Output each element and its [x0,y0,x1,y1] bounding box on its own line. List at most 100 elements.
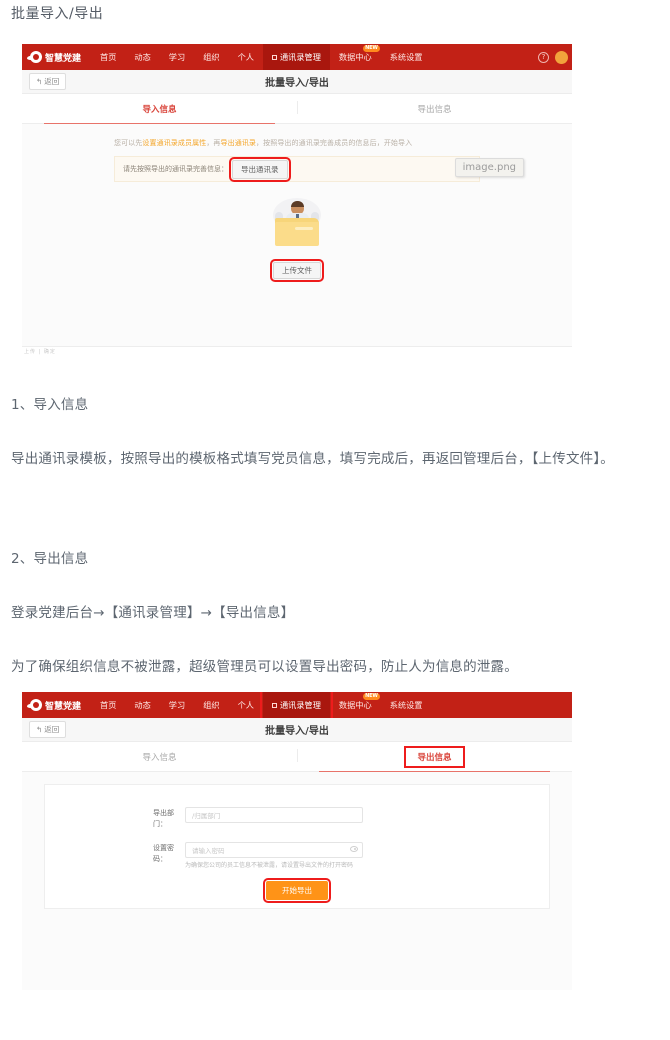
subheader-title: 批量导入/导出 [265,78,329,89]
new-badge: NEW [363,693,380,700]
department-input[interactable]: /归属部门 [185,807,363,823]
export-contacts-row: 请先按照导出的通讯录完善信息： 导出通讯录 image.png [114,156,524,182]
export-password-row: 设置密码： 请输入密码 为确保您公司的员工信息不被泄露，请设置导出文件的打开密码 [45,842,549,870]
screenshot-footer: 上传 | 确定 [22,346,572,357]
nav-item-organization[interactable]: 组织 [194,692,228,718]
tab-label: 导出信息 [417,104,452,115]
nav-item-study[interactable]: 学习 [160,692,194,718]
screenshot-import: 智慧党建 首页 动态 学习 组织 个人 通讯录管理 数据中心 NEW 系统设置 [22,44,572,357]
person-hair-icon [291,201,304,207]
brand-label: 智慧党建 [45,701,82,712]
nav-label: 动态 [134,52,151,62]
nav-item-home[interactable]: 首页 [91,44,125,70]
nav-item-personal[interactable]: 个人 [229,692,263,718]
section2-path: 登录党建后台→【通讯录管理】→【导出信息】 [11,605,295,621]
document-page: 批量导入/导出 智慧党建 首页 动态 学习 组织 个人 通讯录管理 数据中心 N… [0,0,670,1040]
brand-logo: 智慧党建 [22,51,91,64]
nav-item-dynamic[interactable]: 动态 [125,44,159,70]
upload-button-wrap: 上传文件 [270,259,324,282]
export-department-field: /归属部门 [185,807,363,823]
tab-label: 导入信息 [142,104,177,115]
import-notice: 您可以先设置通讯录成员属性，再导出通讯录，按照导出的通讯录完善成员的信息后，开始… [22,124,572,156]
export-department-label: 导出部门： [153,809,174,828]
nav-label: 数据中心 [338,52,372,62]
square-icon [271,54,277,60]
export-row-label: 请先按照导出的通讯录完善信息： [123,165,228,173]
tabs-import: 导入信息 导出信息 [22,94,572,124]
back-label: 返回 [44,77,60,86]
subheader-export: ↰ 返回 批量导入/导出 [22,718,572,742]
nav-label: 个人 [237,700,254,710]
nav-label: 首页 [100,52,117,62]
upload-file-button[interactable]: 上传文件 [270,259,324,282]
back-arrow-icon: ↰ [36,725,43,734]
nav-item-system-settings[interactable]: 系统设置 [381,692,432,718]
nav-item-data-center[interactable]: 数据中心 NEW [330,44,381,70]
avatar[interactable] [555,50,568,64]
notice-link-export-contacts[interactable]: 导出通讯录 [221,139,257,147]
footer-mini-text: 上传 | 确定 [24,349,56,355]
nav-label: 通讯录管理 [279,52,321,62]
password-input[interactable]: 请输入密码 [185,842,363,858]
tab-import-info[interactable]: 导入信息 [22,94,297,124]
brand-mark-icon [27,699,42,711]
back-button[interactable]: ↰ 返回 [29,721,67,738]
export-form-card: 导出部门： /归属部门 设置密码： 请输入密码 为确保您公司的员工信息不被泄露，… [44,784,550,909]
nav-item-personal[interactable]: 个人 [229,44,263,70]
section1-heading: 1、导入信息 [11,397,89,413]
navbar-export: 智慧党建 首页 动态 学习 组织 个人 通讯录管理 数据中心 NEW 系统设置 [22,692,572,721]
nav-label: 个人 [237,52,254,62]
nav-label: 数据中心 [338,700,372,710]
subheader-title: 批量导入/导出 [265,726,329,737]
navbar-import: 智慧党建 首页 动态 学习 组织 个人 通讯录管理 数据中心 NEW 系统设置 [22,44,572,70]
tab-export-info[interactable]: 导出信息 [297,94,572,123]
nav-item-system-settings[interactable]: 系统设置 [381,44,432,70]
nav-label: 系统设置 [389,700,423,710]
nav-label: 学习 [168,700,186,710]
nav-label: 学习 [168,52,186,62]
export-department-row: 导出部门： /归属部门 [45,807,549,830]
back-label: 返回 [44,725,60,734]
upload-illustration-icon [265,198,329,250]
tab-label: 导出信息 [404,745,465,768]
tab-export-info[interactable]: 导出信息 [297,742,572,772]
nav-item-home[interactable]: 首页 [91,692,125,718]
nav-item-study[interactable]: 学习 [160,44,194,70]
nav-item-dynamic[interactable]: 动态 [125,692,159,718]
export-password-field: 请输入密码 为确保您公司的员工信息不被泄露，请设置导出文件的打开密码 [185,842,363,870]
page-title: 批量导入/导出 [11,6,104,22]
nav-item-contacts-management[interactable]: 通讯录管理 [259,692,333,721]
nav-item-contacts-management[interactable]: 通讯录管理 [262,44,330,70]
help-icon[interactable]: ? [538,51,549,63]
upload-area: 上传文件 [22,182,572,282]
brand-mark-icon [27,51,42,63]
folder-front-icon [275,222,319,246]
nav-label: 系统设置 [389,52,423,62]
nav-items: 首页 动态 学习 组织 个人 通讯录管理 数据中心 NEW 系统设置 [91,692,432,721]
export-contacts-button[interactable]: 导出通讯录 [229,156,291,182]
submit-button-wrap: 开始导出 [263,878,331,903]
start-export-button[interactable]: 开始导出 [263,878,331,903]
section2-body: 为了确保组织信息不被泄露，超级管理员可以设置导出密码，防止人为信息的泄露。 [11,659,518,675]
square-icon [271,702,277,708]
back-arrow-icon: ↰ [36,77,43,86]
subheader-import: ↰ 返回 批量导入/导出 [22,70,572,94]
brand-label: 智慧党建 [45,53,82,64]
brand-logo: 智慧党建 [22,699,91,712]
folder-line-icon [295,227,313,230]
tabs-export: 导入信息 导出信息 [22,742,572,772]
nav-label: 通讯录管理 [279,700,321,710]
section1-body: 导出通讯录模板，按照导出的模板格式填写党员信息，填写完成后，再返回管理后台，【上… [11,451,614,467]
eye-icon[interactable] [350,846,358,852]
nav-label: 组织 [203,52,220,62]
screenshot-export: 智慧党建 首页 动态 学习 组织 个人 通讯录管理 数据中心 NEW 系统设置 [22,692,572,990]
tab-label: 导入信息 [142,752,177,763]
notice-link-set-attributes[interactable]: 设置通讯录成员属性 [142,139,206,147]
back-button[interactable]: ↰ 返回 [29,73,67,90]
tab-import-info[interactable]: 导入信息 [22,742,297,771]
section2-heading: 2、导出信息 [11,551,89,567]
nav-label: 组织 [203,700,220,710]
nav-item-data-center[interactable]: 数据中心 NEW [330,692,381,718]
nav-item-organization[interactable]: 组织 [194,44,228,70]
nav-label: 首页 [100,700,117,710]
